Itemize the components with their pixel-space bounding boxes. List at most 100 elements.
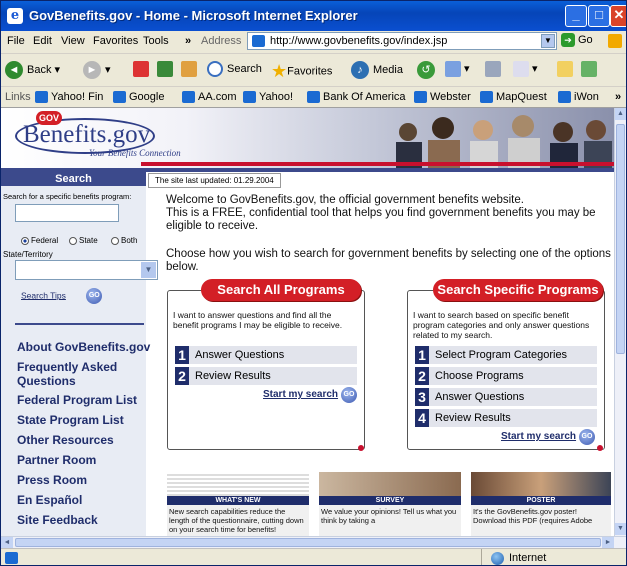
link-page-icon	[35, 91, 48, 104]
toolbar: ◄ Back ▾ ► ▾ Search ★Favorites ♪ Media ↺ ▾ …	[1, 54, 626, 87]
promo-survey[interactable]: SURVEY We value your opinions! Tell us w…	[319, 472, 461, 536]
promo-whats-new[interactable]: WHAT'S NEW New search capabilities reduc…	[167, 472, 309, 536]
link-yahoo[interactable]: Yahoo!	[243, 91, 293, 104]
maximize-button[interactable]: □	[588, 5, 610, 27]
go-label: Go	[578, 33, 593, 46]
vertical-scrollbar[interactable]: ▲ ▼	[614, 108, 626, 536]
scroll-right-icon[interactable]: ►	[602, 537, 614, 548]
search-specific-start-link[interactable]: Start my search	[501, 431, 576, 442]
history-button[interactable]: ↺	[417, 61, 439, 79]
address-label: Address	[201, 35, 242, 47]
nav-press-room[interactable]: Press Room	[17, 473, 87, 487]
horizontal-scroll-thumb[interactable]	[15, 538, 601, 547]
home-button[interactable]	[181, 61, 197, 77]
scroll-down-icon[interactable]: ▼	[615, 523, 626, 535]
chevron-down-icon: ▼	[141, 262, 156, 278]
link-webster[interactable]: Webster	[414, 91, 471, 104]
intro-line-2: This is a FREE, confidential tool that h…	[166, 207, 596, 232]
title-bar: e GovBenefits.gov - Home - Microsoft Int…	[1, 1, 626, 31]
link-page-icon	[243, 91, 256, 104]
folder-button[interactable]	[557, 61, 573, 77]
links-chevron-icon[interactable]: »	[615, 91, 621, 103]
ie-logo-icon: e	[7, 8, 23, 24]
nav-other-resources[interactable]: Other Resources	[17, 433, 114, 447]
edit-button[interactable]: ▾	[513, 61, 538, 77]
nav-faq[interactable]: Frequently Asked	[17, 360, 117, 374]
search-specific-go-button[interactable]: GO	[579, 429, 595, 445]
menu-edit[interactable]: Edit	[33, 35, 52, 47]
promo-body: We value your opinions! Tell us what you…	[321, 507, 457, 525]
state-select[interactable]: ▼	[15, 260, 158, 280]
link-page-icon	[558, 91, 571, 104]
favorites-star-icon: ★	[271, 61, 288, 81]
search-all-go-button[interactable]: GO	[341, 387, 357, 403]
menu-file[interactable]: File	[7, 35, 25, 47]
nav-state-program-list[interactable]: State Program List	[17, 413, 124, 427]
favorites-label: Favorites	[287, 65, 333, 78]
radio-unchecked-icon	[69, 236, 77, 245]
address-field[interactable]: http://www.govbenefits.gov/index.jsp	[247, 32, 557, 50]
back-button[interactable]: ◄ Back ▾	[5, 61, 60, 79]
forward-button[interactable]: ► ▾	[83, 61, 111, 79]
promo-poster[interactable]: POSTER It's the GovBenefits.gov poster! …	[471, 472, 611, 536]
menu-favorites[interactable]: Favorites	[93, 35, 138, 47]
site-logo[interactable]: Benefits.gov	[23, 121, 150, 149]
media-icon: ♪	[351, 61, 369, 79]
go-button[interactable]: ➔ Go	[561, 33, 593, 47]
links-label: Links	[5, 91, 31, 103]
search-specific-title[interactable]: Search Specific Programs	[433, 279, 603, 301]
radio-federal[interactable]: Federal	[21, 236, 58, 245]
program-search-input[interactable]	[15, 204, 119, 222]
poster-image	[471, 472, 611, 496]
messenger-button[interactable]	[581, 61, 597, 77]
link-aa[interactable]: AA.com	[182, 91, 237, 104]
sidebar-go-button[interactable]: GO	[86, 288, 103, 304]
windows-flag-icon	[608, 34, 622, 48]
nav-partner-room[interactable]: Partner Room	[17, 453, 96, 467]
radio-state[interactable]: State	[69, 236, 98, 245]
internet-zone-globe-icon	[491, 552, 504, 565]
search-specific-desc: I want to search based on specific benef…	[413, 310, 590, 340]
print-button[interactable]	[485, 61, 501, 77]
scroll-left-icon[interactable]: ◄	[1, 537, 13, 548]
scroll-up-icon[interactable]: ▲	[615, 108, 626, 120]
media-button[interactable]: ♪ Media	[351, 61, 403, 79]
search-tips-link[interactable]: Search Tips	[21, 290, 66, 300]
close-button[interactable]: ✕	[610, 5, 626, 27]
site-tagline: Your Benefits Connection	[89, 148, 181, 158]
all-step-2: 2 Review Results	[175, 367, 357, 385]
link-bank-of-america[interactable]: Bank Of America	[307, 91, 406, 104]
nav-federal-program-list[interactable]: Federal Program List	[17, 393, 137, 407]
link-yahoo-fin[interactable]: Yahoo! Fin	[35, 91, 103, 104]
nav-site-feedback[interactable]: Site Feedback	[17, 513, 98, 527]
favorites-button[interactable]: ★Favorites	[271, 61, 332, 82]
stop-button[interactable]	[133, 61, 149, 77]
search-all-title[interactable]: Search All Programs	[201, 279, 361, 301]
link-google[interactable]: Google	[113, 91, 164, 104]
mail-icon	[445, 61, 461, 77]
menu-tools[interactable]: Tools	[143, 35, 169, 47]
nav-en-espanol[interactable]: En Español	[17, 493, 82, 507]
radio-checked-icon	[21, 236, 29, 245]
link-iwon[interactable]: iWon	[558, 91, 599, 104]
link-page-icon	[414, 91, 427, 104]
whats-new-image	[167, 472, 309, 496]
address-dropdown-icon[interactable]: ▼	[541, 34, 555, 48]
menu-view[interactable]: View	[61, 35, 85, 47]
vertical-scroll-thumb[interactable]	[616, 124, 625, 354]
state-label: State/Territory	[3, 250, 53, 259]
search-button[interactable]: Search	[207, 61, 262, 77]
search-icon	[207, 61, 223, 77]
horizontal-scrollbar[interactable]: ◄ ►	[1, 536, 626, 548]
site-banner: GOV Benefits.gov Your Benefits Connectio…	[1, 108, 614, 168]
nav-faq-line2[interactable]: Questions	[17, 374, 76, 388]
link-page-icon	[182, 91, 195, 104]
search-all-start-link[interactable]: Start my search	[263, 389, 338, 400]
radio-both[interactable]: Both	[111, 236, 137, 245]
minimize-button[interactable]: _	[565, 5, 587, 27]
menu-chevron-icon[interactable]: »	[185, 35, 191, 47]
link-mapquest[interactable]: MapQuest	[480, 91, 547, 104]
nav-about[interactable]: About GovBenefits.gov	[17, 340, 150, 354]
refresh-button[interactable]	[157, 61, 173, 77]
mail-button[interactable]: ▾	[445, 61, 470, 77]
